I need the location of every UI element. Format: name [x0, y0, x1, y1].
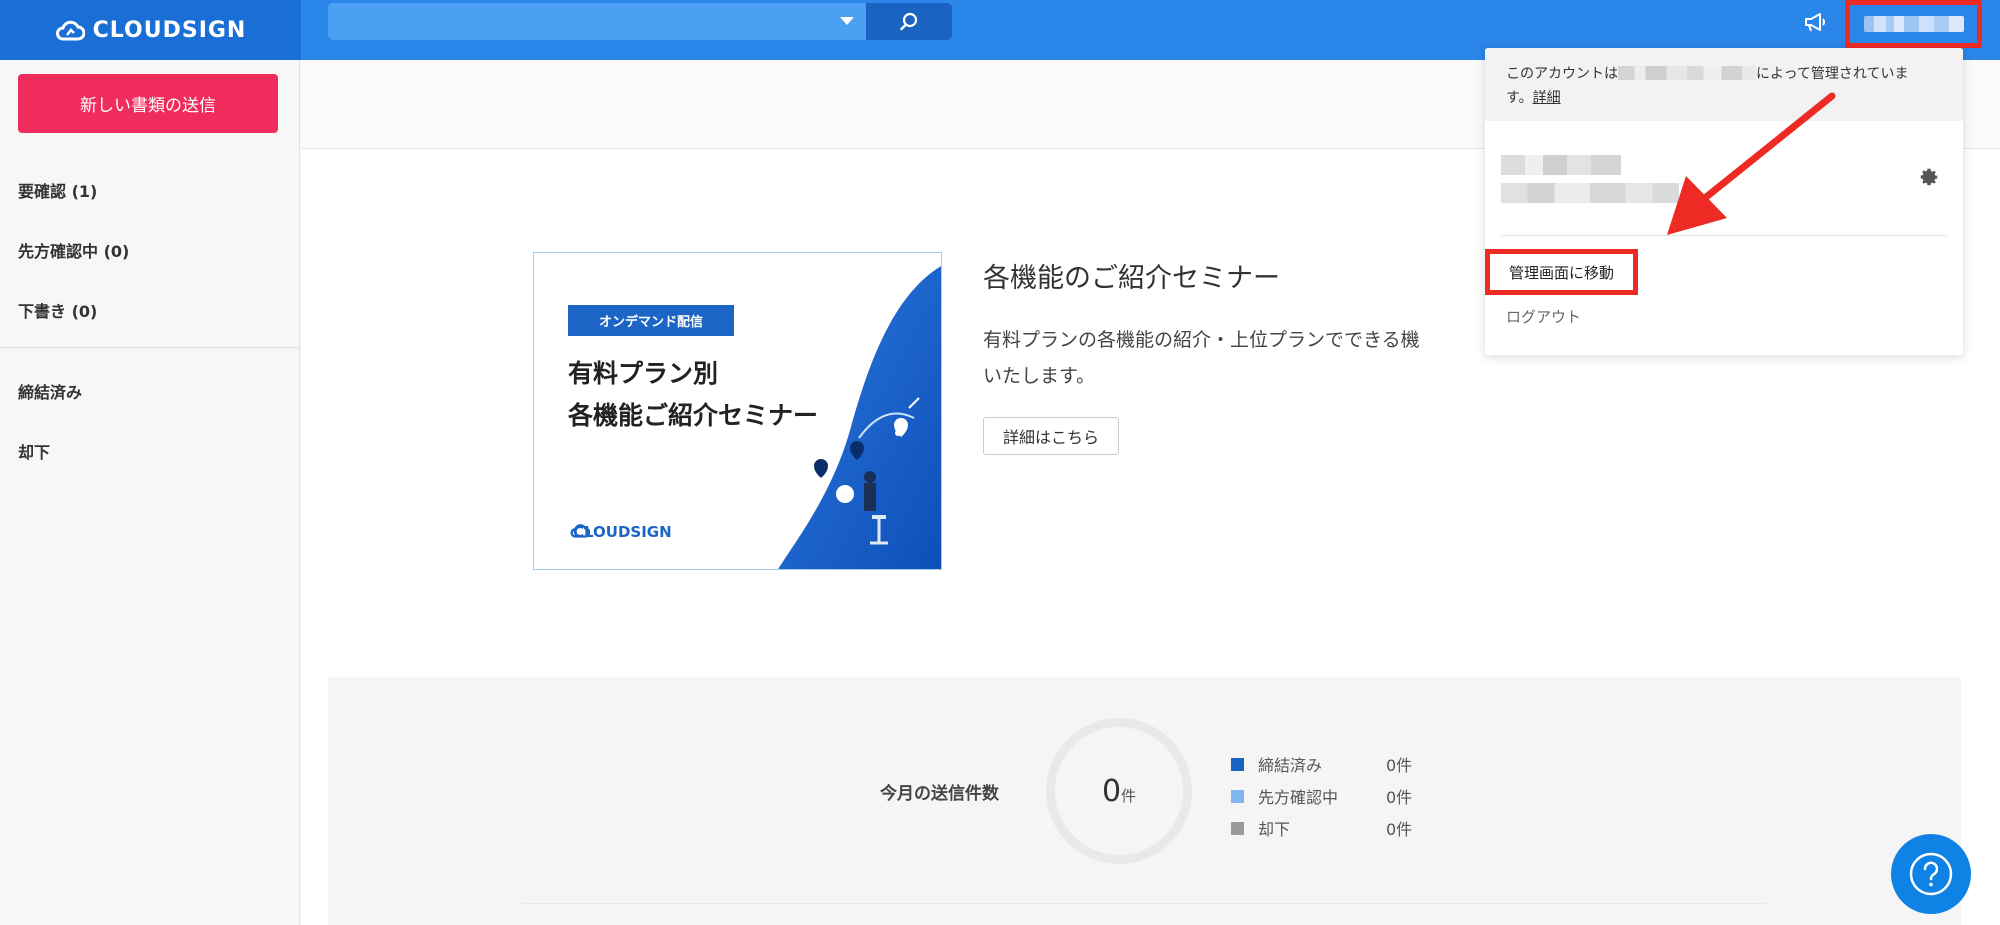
sidebar-item-rejected[interactable]: 却下 — [18, 439, 50, 463]
gear-icon[interactable] — [1918, 166, 1940, 188]
notice-suffix: によって管理されていま — [1756, 66, 1909, 82]
logout-link[interactable]: ログアウト — [1506, 306, 1581, 327]
legend-value: 0件 — [1386, 820, 1413, 839]
seminar-banner[interactable]: オンデマンド配信 有料プラン別 各機能ご紹介セミナー CLOUDSIGN — [533, 252, 942, 570]
monthly-sent-count: 0 — [1101, 773, 1122, 809]
annotation-arrow-icon — [1667, 92, 1836, 235]
seminar-description: 有料プランの各機能の紹介・上位プランでできる機 いたします。 — [983, 322, 1483, 394]
sidebar-item-concluded[interactable]: 締結済み — [18, 379, 82, 403]
notice-prefix: このアカウントは — [1506, 66, 1618, 82]
legend-item-concluded: 締結済み 0件 — [1231, 752, 1412, 776]
account-menu-button[interactable] — [1845, 0, 1982, 48]
banner-title-line1: 有料プラン別 — [568, 359, 719, 388]
help-button[interactable] — [1891, 834, 1971, 914]
sidebar-item-needs-review[interactable]: 要確認 (1) — [18, 178, 97, 202]
legend-name: 却下 — [1258, 820, 1291, 839]
legend-value: 0件 — [1386, 756, 1413, 775]
legend-swatch — [1231, 757, 1244, 771]
chevron-down-icon[interactable] — [840, 17, 854, 25]
seminar-title: 各機能のご紹介セミナー — [983, 263, 1280, 294]
legend-swatch — [1231, 821, 1244, 835]
legend-item-rejected: 却下 0件 — [1231, 816, 1412, 840]
monthly-sent-label: 今月の送信件数 — [880, 784, 999, 804]
seminar-desc-line1: 有料プランの各機能の紹介・上位プランでできる機 — [983, 329, 1420, 351]
megaphone-icon[interactable] — [1800, 8, 1830, 36]
notice-line2: す。 — [1506, 90, 1533, 106]
monthly-sent-unit: 件 — [1121, 786, 1137, 805]
legend-name: 締結済み — [1258, 756, 1323, 775]
sidebar-item-awaiting-counterparty[interactable]: 先方確認中 (0) — [18, 238, 129, 262]
organization-name-redacted — [1618, 66, 1756, 80]
sidebar-item-drafts[interactable]: 下書き (0) — [18, 298, 97, 322]
banner-title: 有料プラン別 各機能ご紹介セミナー — [568, 353, 818, 437]
cloud-logo-icon — [55, 20, 85, 41]
notice-details-link[interactable]: 詳細 — [1533, 90, 1561, 106]
cloud-logo-icon — [570, 524, 590, 538]
banner-logo: CLOUDSIGN — [570, 523, 672, 541]
search-input[interactable] — [328, 3, 866, 40]
legend-name: 先方確認中 — [1258, 788, 1339, 807]
user-name-redacted — [1501, 155, 1621, 175]
account-name-redacted — [1863, 16, 1964, 32]
legend-swatch — [1231, 789, 1244, 803]
new-document-button[interactable]: 新しい書類の送信 — [18, 74, 278, 133]
banner-tag: オンデマンド配信 — [568, 305, 734, 336]
go-to-admin-link[interactable]: 管理画面に移動 — [1485, 249, 1638, 295]
monthly-sent-donut: 0 件 — [1046, 718, 1192, 864]
seminar-detail-button[interactable]: 詳細はこちら — [983, 417, 1119, 455]
seminar-desc-line2: いたします。 — [983, 365, 1096, 387]
banner-title-line2: 各機能ご紹介セミナー — [568, 401, 819, 430]
sidebar: 新しい書類の送信 要確認 (1) 先方確認中 (0) 下書き (0) 締結済み … — [0, 60, 300, 925]
sidebar-divider — [0, 347, 300, 348]
cloudsign-logo[interactable]: CLOUDSIGN — [0, 0, 301, 60]
search-icon — [900, 12, 918, 30]
stats-divider — [522, 903, 1766, 904]
logo-text: CLOUDSIGN — [92, 17, 247, 43]
legend-item-awaiting: 先方確認中 0件 — [1231, 784, 1412, 808]
question-icon — [1909, 852, 1953, 896]
legend-value: 0件 — [1386, 788, 1413, 807]
search-button[interactable] — [866, 3, 952, 40]
